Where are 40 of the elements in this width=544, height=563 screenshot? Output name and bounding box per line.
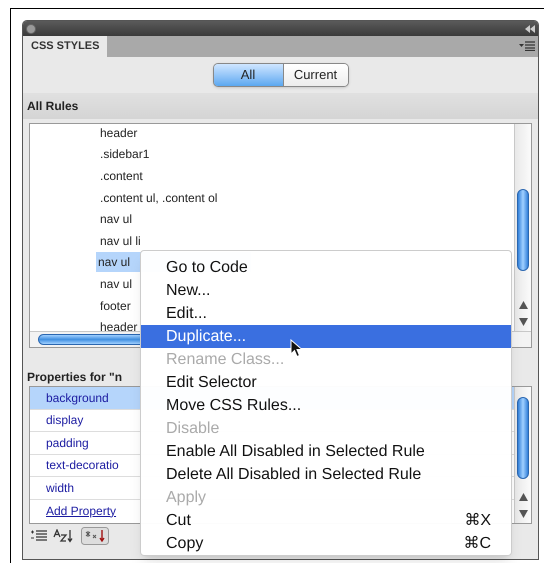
menu-item[interactable]: Duplicate... [141,325,511,348]
menu-item[interactable]: Enable All Disabled in Selected Rule [141,440,511,463]
menu-item[interactable]: Go to Code [141,256,511,279]
filter-toggle[interactable]: Current [284,64,348,86]
collapse-icon[interactable] [525,24,535,32]
rule-item[interactable]: .sidebar1 [98,144,152,164]
category-view-icon[interactable] [31,530,47,542]
section-header: All Rules [23,93,538,119]
sort-alpha-icon[interactable] [53,529,75,543]
rule-item[interactable]: .content ul, .content ol [98,188,220,208]
section-header: Properties for "n [26,369,124,386]
rule-item[interactable]: nav ul li [98,230,143,251]
rule-item[interactable]: .content [98,166,145,186]
rule-item[interactable]: nav ul [98,209,134,230]
shortcut-label: ⌘C [463,534,491,554]
rule-item[interactable]: header [98,317,140,331]
rule-item[interactable]: footer [98,296,133,316]
up-arrow-icon[interactable] [519,301,528,309]
menu-item[interactable]: Delete All Disabled in Selected Rule [141,463,511,486]
scrollbar[interactable] [514,124,531,331]
menu-item[interactable]: New... [141,279,511,302]
filter-toggle[interactable]: All [214,64,284,86]
mouse-pointer-icon [290,339,303,358]
up-arrow-icon[interactable] [519,493,528,501]
set-properties-icon[interactable] [81,527,109,545]
add-property-link[interactable]: Add Property [46,502,116,520]
menu-item[interactable]: Edit... [141,302,511,325]
shortcut-label: ⌘X [464,510,491,530]
close-icon[interactable] [26,24,36,34]
scrollbar[interactable] [514,387,531,523]
menu-item[interactable]: Cut ⌘X [141,509,511,532]
menu-item[interactable]: Move CSS Rules... [141,394,511,417]
down-arrow-icon[interactable] [519,318,528,326]
menu-item[interactable]: Edit Selector [141,371,511,394]
down-arrow-icon[interactable] [519,510,528,518]
menu-icon[interactable] [519,41,535,51]
menu-item[interactable]: Copy ⌘C [141,532,511,555]
panel-tab[interactable]: CSS STYLES [23,36,108,57]
rule-item[interactable]: header [98,124,140,143]
rule-item[interactable]: nav ul [98,274,134,294]
